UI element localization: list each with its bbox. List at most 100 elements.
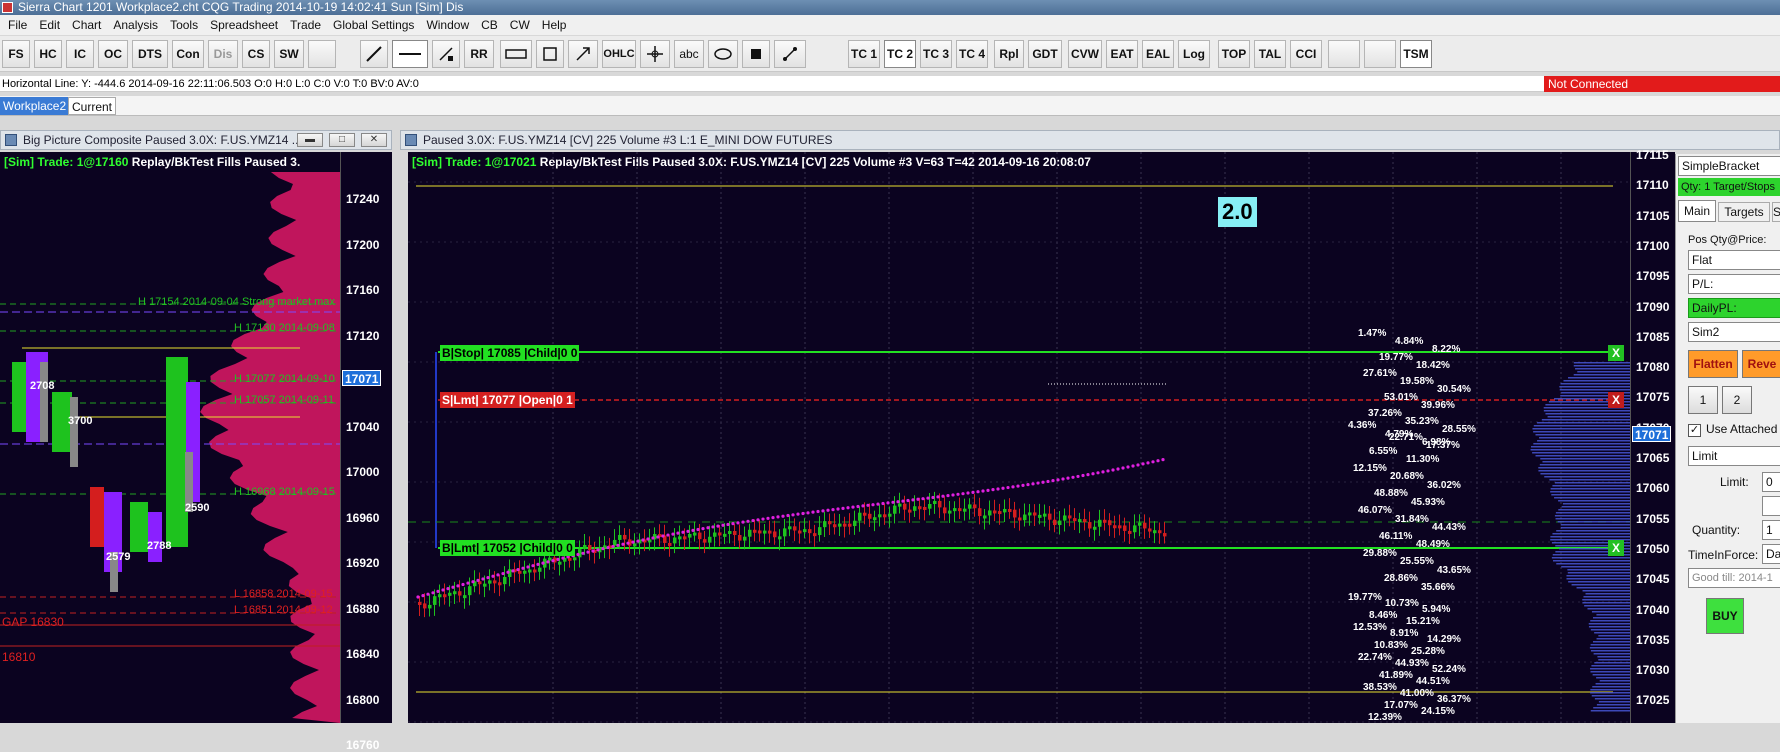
vwap-dot [881,501,885,506]
buy-limit-order[interactable]: B|Lmt| 17052 |Child|0 0 [440,540,575,556]
rpl-button[interactable]: Rpl [994,40,1024,68]
close-icon[interactable]: ✕ [361,133,387,147]
menu-analysis[interactable]: Analysis [107,18,164,32]
eal-button[interactable]: EAL [1142,40,1174,68]
quantity-input[interactable]: 1 [1762,520,1780,540]
vwap-dot [816,509,820,514]
crosshair-icon[interactable] [640,40,670,68]
menu-global-settings[interactable]: Global Settings [327,18,420,32]
cancel-order-icon[interactable]: X [1608,540,1624,556]
ohlc-button[interactable]: OHLC [602,40,636,68]
buy-stop-order[interactable]: B|Stop| 17085 |Child|0 0 [440,345,580,361]
ray-tool-icon[interactable] [432,40,460,68]
rr-button[interactable]: RR [464,40,494,68]
cs-button[interactable]: CS [242,40,270,68]
measure-tool-icon[interactable] [774,40,806,68]
price-axis-label: 17025 [1636,693,1670,708]
tab-current[interactable]: Current [68,97,117,115]
menu-chart[interactable]: Chart [66,18,107,32]
volume-profile [200,172,340,723]
square-tool-icon[interactable] [536,40,564,68]
menu-cb[interactable]: CB [475,18,504,32]
gdt-button[interactable]: GDT [1028,40,1062,68]
tsm-button[interactable]: TSM [1400,40,1432,68]
menu-help[interactable]: Help [536,18,573,32]
tab-s[interactable]: S [1772,202,1780,222]
cci-button[interactable]: CCI [1290,40,1322,68]
blank-tool-button[interactable] [308,40,336,68]
account-select[interactable]: Sim2 [1688,322,1780,342]
rectangle-tool-icon[interactable] [500,40,532,68]
volume-at-price-bar [1596,704,1630,706]
log-button[interactable]: Log [1178,40,1210,68]
dis-button[interactable]: Dis [208,40,238,68]
menu-tools[interactable]: Tools [164,18,204,32]
horizontal-line-icon[interactable] [392,40,428,68]
vwap-dot [476,578,480,582]
flatten-button[interactable]: Flatten [1688,350,1738,378]
text-tool-button[interactable]: abc [674,40,704,68]
blank-button-1[interactable] [1328,40,1360,68]
tc4-button[interactable]: TC 4 [956,40,988,68]
sell-limit-order[interactable]: S|Lmt| 17077 |Open|0 1 [440,392,575,408]
dts-button[interactable]: DTS [132,40,168,68]
ic-button[interactable]: IC [66,40,94,68]
volume-at-price-bar [1554,482,1630,484]
sw-button[interactable]: SW [274,40,304,68]
fs-button[interactable]: FS [2,40,30,68]
volume-at-price-bar [1592,617,1630,619]
right-chart-area[interactable]: [Sim] Trade: 1@17021 Replay/BkTest Fills… [408,152,1630,723]
volume-at-price-bar [1563,380,1630,382]
tab-main[interactable]: Main [1678,200,1716,222]
minimize-icon[interactable]: ▬ [297,133,323,147]
buy-button[interactable]: BUY [1706,598,1744,634]
menu-edit[interactable]: Edit [33,18,66,32]
cancel-order-icon[interactable]: X [1608,345,1624,361]
cvw-button[interactable]: CVW [1068,40,1102,68]
left-chart-area[interactable]: [Sim] Trade: 1@17160 Replay/BkTest Fills… [0,152,340,723]
oc-button[interactable]: OC [98,40,128,68]
tal-button[interactable]: TAL [1254,40,1286,68]
menu-spreadsheet[interactable]: Spreadsheet [204,18,284,32]
arrow-tool-icon[interactable] [568,40,598,68]
bracket-select[interactable]: SimpleBracket [1678,156,1780,176]
tc2-button[interactable]: TC 2 [884,40,916,68]
con-button[interactable]: Con [172,40,204,68]
left-chart-title: Big Picture Composite Paused 3.0X: F.US.… [23,133,302,147]
vwap-dot [456,584,460,588]
volume-percent-label: 19.77% [1348,592,1382,603]
menu-window[interactable]: Window [420,18,475,32]
blank-button-2[interactable] [1364,40,1396,68]
use-attached-checkbox[interactable]: ✓ [1688,424,1701,437]
tif-select[interactable]: Da [1762,544,1780,564]
tab-workplace2[interactable]: Workplace2 [0,97,70,115]
menu-cw[interactable]: CW [504,18,536,32]
tc3-button[interactable]: TC 3 [920,40,952,68]
eat-button[interactable]: EAT [1106,40,1138,68]
candle-body [968,504,972,509]
order-type-select[interactable]: Limit [1688,446,1780,466]
vwap-dot [596,548,600,552]
maximize-icon[interactable]: □ [329,133,355,147]
menu-trade[interactable]: Trade [284,18,327,32]
candle-body [713,532,717,537]
menu-file[interactable]: File [2,18,33,32]
qty-1-button[interactable]: 1 [1688,386,1718,414]
qty-2-button[interactable]: 2 [1722,386,1752,414]
hc-button[interactable]: HC [34,40,62,68]
top-button[interactable]: TOP [1218,40,1250,68]
tc1-button[interactable]: TC 1 [848,40,880,68]
good-till-field[interactable]: Good till: 2014-1 [1688,568,1780,588]
ellipse-tool-icon[interactable] [708,40,738,68]
price-axis-label: 17160 [346,283,380,297]
tab-targets[interactable]: Targets [1718,202,1770,222]
vwap-dot [546,560,550,564]
stop-square-icon[interactable] [742,40,770,68]
line-tool-icon[interactable] [360,40,388,68]
cancel-order-icon[interactable]: X [1608,392,1624,408]
volume-at-price-bar [1532,428,1630,430]
vwap-dot [606,545,610,550]
spacer-input[interactable] [1762,496,1780,516]
limit-input[interactable]: 0 [1762,472,1780,492]
reverse-button[interactable]: Reve [1742,350,1780,378]
